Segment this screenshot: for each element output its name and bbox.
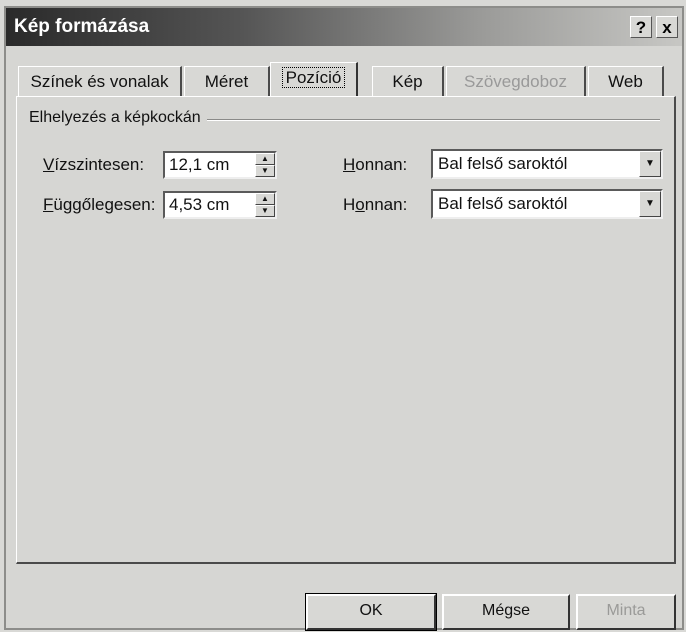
tab-web[interactable]: Web — [588, 66, 664, 98]
vertical-from-pre: H — [343, 195, 356, 214]
horizontal-from-text: onnan: — [355, 155, 408, 174]
horizontal-label-text: ízszintesen: — [54, 155, 145, 174]
close-button[interactable]: x — [656, 16, 678, 38]
horizontal-value[interactable]: 12,1 cm — [169, 155, 229, 175]
group-label: Elhelyezés a képkockán — [29, 109, 207, 127]
vertical-value[interactable]: 4,53 cm — [169, 195, 229, 215]
horizontal-from-accel: H — [343, 155, 356, 174]
cancel-button[interactable]: Mégse — [442, 594, 570, 630]
vertical-from-select[interactable]: Bal felső saroktól ▼ — [431, 189, 663, 219]
vertical-label: Függőlegesen: — [43, 195, 155, 215]
horizontal-down-icon[interactable]: ▼ — [255, 165, 275, 177]
help-button[interactable]: ? — [630, 16, 652, 38]
chevron-down-icon[interactable]: ▼ — [639, 151, 661, 177]
tab-strip: Színek és vonalak Méret Pozíció Kép Szöv… — [12, 62, 676, 100]
vertical-down-icon[interactable]: ▼ — [255, 205, 275, 217]
tab-position-label: Pozíció — [281, 67, 346, 88]
format-picture-dialog: Kép formázása ? x Színek és vonalak Mére… — [4, 6, 684, 631]
vertical-up-icon[interactable]: ▲ — [255, 193, 275, 205]
horizontal-label: Vízszintesen: — [43, 155, 144, 175]
vertical-from-label: Honnan: — [343, 195, 407, 215]
position-panel: Elhelyezés a képkockán Vízszintesen: 12,… — [16, 96, 676, 564]
vertical-from-accel: o — [355, 195, 365, 214]
vertical-label-accel: F — [43, 195, 54, 214]
horizontal-from-value: Bal felső saroktól — [438, 154, 568, 173]
horizontal-spinner[interactable]: 12,1 cm ▲ ▼ — [163, 151, 277, 179]
tab-textbox: Szövegdoboz — [446, 66, 586, 98]
tab-size[interactable]: Méret — [184, 66, 270, 98]
horizontal-label-accel: V — [43, 155, 55, 174]
title-bar: Kép formázása ? x — [6, 8, 682, 46]
vertical-label-text: üggőlegesen: — [53, 195, 156, 214]
horizontal-from-label: Honnan: — [343, 155, 407, 175]
vertical-from-text: nnan: — [364, 195, 408, 214]
tab-colors-lines[interactable]: Színek és vonalak — [18, 66, 182, 98]
horizontal-from-select[interactable]: Bal felső saroktól ▼ — [431, 149, 663, 179]
vertical-spinner[interactable]: 4,53 cm ▲ ▼ — [163, 191, 277, 219]
chevron-down-icon[interactable]: ▼ — [639, 191, 661, 217]
tab-picture[interactable]: Kép — [372, 66, 444, 98]
dialog-title: Kép formázása — [14, 16, 150, 37]
tab-position[interactable]: Pozíció — [270, 62, 358, 100]
ok-button[interactable]: OK — [305, 593, 437, 631]
vertical-from-value: Bal felső saroktól — [438, 194, 568, 213]
horizontal-up-icon[interactable]: ▲ — [255, 153, 275, 165]
preview-button: Minta — [576, 594, 676, 630]
